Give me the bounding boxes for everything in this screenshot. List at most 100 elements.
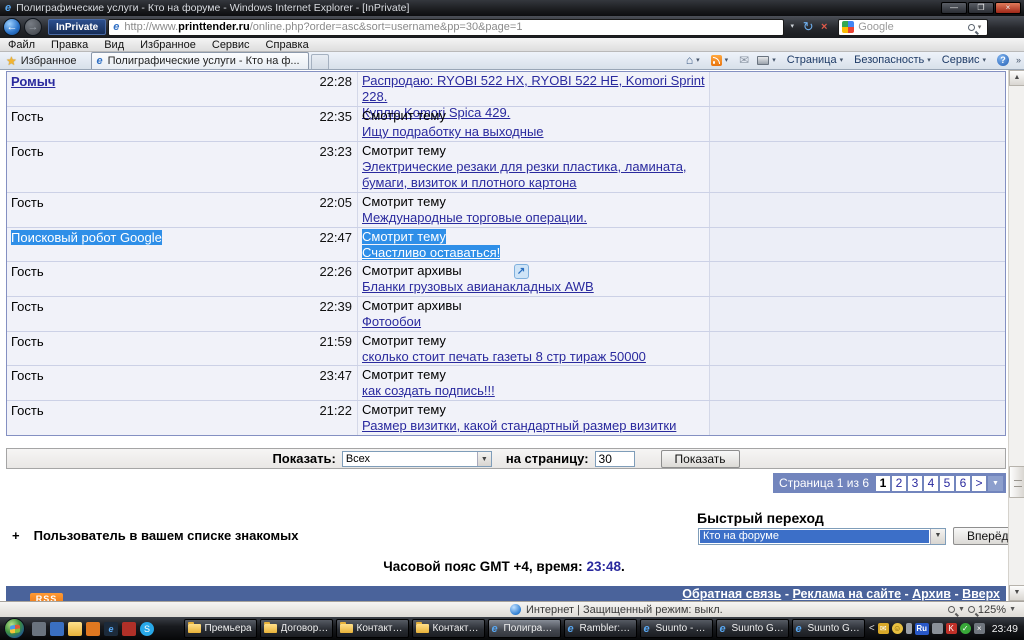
menu-tools[interactable]: Сервис	[204, 39, 258, 51]
page-6[interactable]: 6	[956, 476, 970, 491]
tray-messenger-icon[interactable]: ☺	[892, 623, 903, 634]
quick-jump-go-button[interactable]: Вперёд	[953, 527, 1008, 545]
per-page-input[interactable]: 30	[595, 451, 635, 467]
footer-link-archive[interactable]: Архив	[912, 587, 951, 601]
help-button[interactable]: ?	[993, 54, 1013, 66]
safety-menu[interactable]: Безопасность▾	[850, 54, 938, 66]
menu-edit[interactable]: Правка	[43, 39, 96, 51]
scroll-up-icon[interactable]: ▲	[1009, 70, 1024, 86]
taskbar-button-ie[interactable]: eSuunto G6 | C...	[792, 619, 865, 638]
mail-button[interactable]: ✉	[735, 53, 753, 67]
time-cell: 22:39	[259, 297, 357, 331]
chevron-down-icon[interactable]: ▼	[477, 452, 491, 466]
feeds-button[interactable]: ▾	[707, 55, 736, 66]
rss-badge[interactable]: RSS	[30, 593, 63, 601]
menu-file[interactable]: Файл	[0, 39, 43, 51]
search-dropdown-icon[interactable]: ▾	[975, 23, 985, 31]
topic-link[interactable]: Электрические резаки для резки пластика,…	[362, 159, 687, 190]
show-select[interactable]: Всех ▼	[342, 451, 492, 467]
show-desktop-icon[interactable]	[32, 622, 46, 636]
page-2[interactable]: 2	[892, 476, 906, 491]
tab-active[interactable]: e Полиграфические услуги - Кто на ф...	[91, 52, 309, 69]
back-button[interactable]: ←	[3, 18, 21, 36]
tray-shield-icon[interactable]: ✓	[960, 623, 971, 634]
user-link[interactable]: Ромыч	[11, 74, 55, 89]
taskbar-button-folder[interactable]: Контакты, н...	[412, 619, 485, 638]
tools-menu[interactable]: Сервис▾	[938, 54, 993, 66]
start-button[interactable]	[4, 618, 25, 639]
page-menu[interactable]: Страница▾	[783, 54, 850, 66]
scrollbar-thumb[interactable]	[1009, 466, 1024, 498]
window-titlebar: e Полиграфические услуги - Кто на форуме…	[0, 0, 1024, 16]
page-1-current[interactable]: 1	[876, 476, 890, 491]
topic-link[interactable]: сколько стоит печать газеты 8 стр тираж …	[362, 349, 646, 364]
quick-jump-select[interactable]: Кто на форуме ▼	[698, 528, 946, 545]
page-5[interactable]: 5	[940, 476, 954, 491]
minimize-button[interactable]: —	[941, 2, 967, 14]
menu-view[interactable]: Вид	[96, 39, 132, 51]
menu-bar: Файл Правка Вид Избранное Сервис Справка	[0, 38, 1024, 52]
taskbar-button-folder[interactable]: Премьера	[184, 619, 257, 638]
skype-icon[interactable]: S	[140, 622, 154, 636]
footer-link-advertising[interactable]: Реклама на сайте	[792, 587, 901, 601]
refresh-icon[interactable]: ↻	[800, 19, 816, 36]
media-app-icon[interactable]	[86, 622, 100, 636]
scroll-down-icon[interactable]: ▼	[1009, 585, 1024, 601]
search-icon[interactable]	[968, 24, 975, 31]
show-submit-button[interactable]: Показать	[661, 450, 740, 468]
page-next[interactable]: >	[972, 476, 986, 491]
plus-marker: +	[12, 528, 20, 543]
vertical-scrollbar[interactable]: ▲ ▼	[1008, 70, 1024, 601]
overflow-chevron-icon[interactable]: »	[1013, 55, 1024, 65]
tray-antivirus-icon[interactable]: K	[946, 623, 957, 634]
ie-quicklaunch-icon[interactable]: e	[104, 622, 118, 636]
page-3[interactable]: 3	[908, 476, 922, 491]
topic-link[interactable]: Бланки грузовых авианакладных AWB	[362, 279, 594, 294]
change-zoom-icon[interactable]	[948, 606, 955, 613]
chevron-down-icon[interactable]: ▼	[930, 529, 945, 544]
taskbar-button-ie[interactable]: eSuunto - Ala ...	[640, 619, 713, 638]
favorites-button[interactable]: ★ Избранное	[0, 52, 83, 69]
footer-link-feedback[interactable]: Обратная связь	[682, 587, 781, 601]
taskbar-button-ie[interactable]: eSuunto G6 | ...	[716, 619, 789, 638]
taskbar-button-folder[interactable]: Договор и П...	[260, 619, 333, 638]
topic-link[interactable]: как создать подпись!!!	[362, 383, 495, 398]
menu-favorites[interactable]: Избранное	[132, 39, 204, 51]
topic-link[interactable]: Ищу подработку на выходные	[362, 124, 544, 139]
print-button[interactable]: ▾	[753, 56, 783, 65]
home-button[interactable]: ⌂▾	[682, 53, 707, 67]
forward-button[interactable]: →	[24, 18, 42, 36]
window-switcher-icon[interactable]	[50, 622, 64, 636]
zoom-control[interactable]: ▼ 125% ▼	[948, 604, 1016, 616]
topic-link[interactable]: Международные торговые операции.	[362, 210, 587, 225]
taskbar-button-ie-active[interactable]: eПолиграфич...	[488, 619, 561, 638]
stop-icon[interactable]: ×	[816, 19, 832, 36]
tray-expand-icon[interactable]: <	[869, 623, 875, 634]
footer-link-top[interactable]: Вверх	[962, 587, 1000, 601]
taskbar-button-ie[interactable]: eRambler: По...	[564, 619, 637, 638]
accelerator-icon[interactable]: ↗	[514, 264, 529, 279]
search-input[interactable]: Google ▾	[838, 19, 988, 36]
taskbar-clock[interactable]: 23:49	[992, 623, 1018, 635]
address-dropdown-icon[interactable]: ▾	[784, 19, 800, 36]
topic-link[interactable]: Счастливо оставаться!	[362, 245, 500, 260]
page-4[interactable]: 4	[924, 476, 938, 491]
tray-mail-icon[interactable]: ✉	[878, 623, 889, 634]
zoom-caret-icon[interactable]: ▼	[1009, 606, 1016, 613]
tray-icon[interactable]	[906, 623, 912, 634]
taskbar-button-folder[interactable]: Контакты, н...	[336, 619, 409, 638]
red-app-icon[interactable]	[122, 622, 136, 636]
tray-monitor-icon[interactable]	[932, 623, 943, 634]
tray-x-icon[interactable]: ×	[974, 623, 985, 634]
close-button[interactable]: ×	[995, 2, 1021, 14]
topic-link[interactable]: Распродаю: RYOBI 522 HX, RYOBI 522 HE, K…	[362, 73, 705, 104]
page-jump-caret-icon[interactable]: ▼	[988, 476, 1003, 491]
maximize-button[interactable]: ❐	[968, 2, 994, 14]
url-input[interactable]: e http://www.printtender.ru/online.php?o…	[108, 19, 784, 36]
menu-help[interactable]: Справка	[258, 39, 317, 51]
folder-quicklaunch-icon[interactable]	[68, 622, 82, 636]
new-tab-stub[interactable]	[311, 54, 329, 69]
tray-language-indicator[interactable]: Ru	[915, 623, 929, 635]
topic-link[interactable]: Размер визитки, какой стандартный размер…	[362, 418, 676, 433]
topic-link[interactable]: Фотообои	[362, 314, 421, 329]
